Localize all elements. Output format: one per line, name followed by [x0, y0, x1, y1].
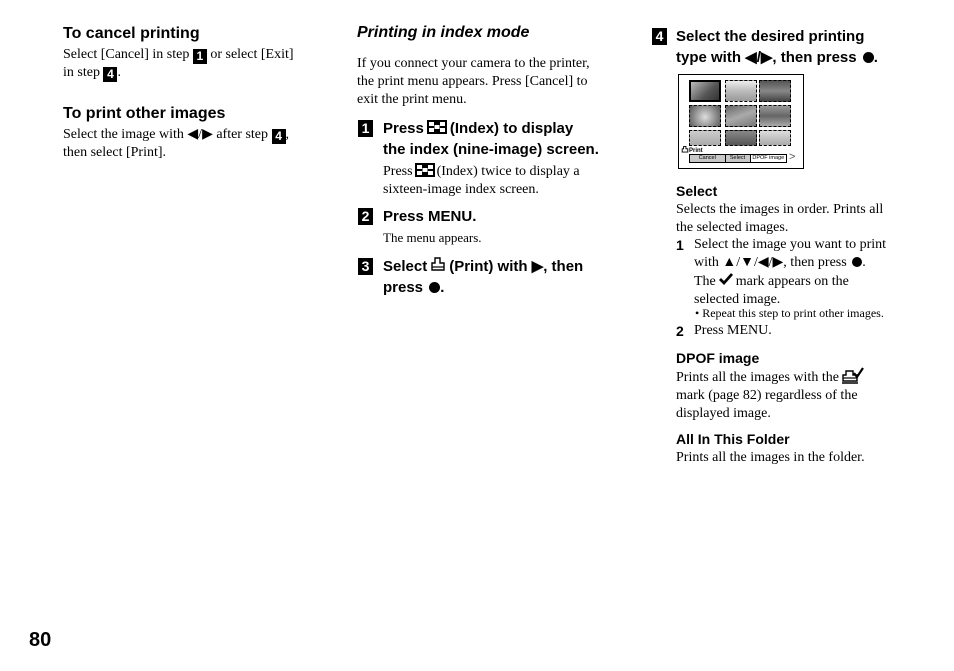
all-in-folder-description: Prints all the images in the folder. — [676, 450, 865, 465]
index-thumbnail — [689, 105, 721, 127]
center-button-icon — [862, 52, 874, 63]
text: (Print) with ▶, then — [449, 258, 584, 275]
dpof-image-description: Prints all the images with the mark (pag… — [676, 367, 916, 423]
text: type with ◀/▶, then press — [676, 49, 857, 66]
cancel-printing-text: Select [Cancel] in step 1 or select [Exi… — [63, 46, 323, 82]
step-3-title: Select (Print) with ▶, then press . — [383, 257, 584, 296]
text: with ▲/▼/◀/▶, then press — [694, 255, 847, 270]
lcd-select-option: Select — [726, 155, 751, 162]
dpof-image-heading: DPOF image — [676, 350, 760, 366]
text: . — [117, 65, 121, 80]
text: Select [Cancel] in step — [63, 47, 193, 62]
select-item-2: Press MENU. — [694, 323, 772, 338]
index-icon — [426, 120, 447, 134]
step-number-badge: 2 — [358, 208, 373, 225]
index-thumbnail — [725, 105, 757, 127]
step-number-badge: 4 — [271, 129, 286, 144]
step-number-badge: 1 — [192, 49, 207, 64]
lcd-dpof-option: DPOF image — [750, 155, 786, 162]
page-number: 80 — [29, 629, 52, 651]
step-number-badge: 4 — [652, 28, 667, 45]
index-thumbnail — [689, 80, 721, 102]
step-number-badge: 1 — [358, 120, 373, 137]
text: (Index) twice to display a — [436, 164, 580, 179]
text: Press — [383, 120, 424, 137]
text: mark (page 82) regardless of the — [676, 388, 858, 403]
step-4-title: Select the desired printing type with ◀/… — [676, 28, 878, 66]
step-1-title: Press (Index) to display the index (nine-… — [383, 118, 623, 160]
select-option-description: Selects the images in order. Prints all … — [676, 201, 916, 237]
center-button-icon — [429, 282, 441, 293]
text: Select — [383, 258, 428, 275]
text: Repeat this step to print other images. — [702, 306, 884, 320]
step-1-note: Press (Index) twice to display a sixteen-… — [383, 163, 623, 199]
intro-line: If you connect your camera to the printe… — [357, 56, 590, 71]
print-icon — [431, 257, 445, 271]
print-icon — [681, 146, 689, 153]
cancel-printing-heading: To cancel printing — [63, 25, 200, 42]
text: Select the image with ◀/▶ after step — [63, 127, 272, 142]
text: Prints all the images with the — [676, 370, 839, 385]
text: displayed image. — [676, 406, 771, 421]
center-button-icon — [852, 257, 863, 267]
text: sixteen-image index screen. — [383, 182, 539, 197]
dpof-print-mark-icon — [841, 367, 864, 384]
index-thumbnail — [725, 80, 757, 102]
text: Press — [383, 164, 413, 179]
step-number-badge: 4 — [103, 67, 118, 82]
bullet-note: • Repeat this step to print other images… — [695, 306, 925, 321]
text: Selects the images in order. Prints all — [676, 202, 884, 217]
all-in-folder-heading: All In This Folder — [676, 431, 790, 447]
text: (Index) to display — [449, 120, 574, 137]
select-option-heading: Select — [676, 183, 718, 199]
intro-line: the print menu appears. Press [Cancel] t… — [357, 74, 588, 89]
index-thumbnail — [725, 130, 757, 146]
index-thumbnail — [759, 80, 791, 102]
text: mark appears on the — [735, 274, 849, 289]
step-2-title: Press MENU. — [383, 208, 477, 225]
lcd-cancel-option: Cancel — [690, 155, 726, 162]
text: or select [Exit] — [206, 47, 294, 62]
text: , — [285, 127, 290, 142]
text: then select [Print]. — [63, 145, 167, 160]
text: in step — [63, 65, 104, 80]
list-number: 2 — [676, 323, 684, 339]
step-2-note: The menu appears. — [383, 230, 482, 245]
lcd-next-arrow-icon: > — [789, 151, 796, 163]
intro-line: exit the print menu. — [357, 92, 467, 107]
index-thumbnail — [759, 105, 791, 127]
list-number: 1 — [676, 237, 684, 253]
text: the selected images. — [676, 220, 789, 235]
print-other-images-heading: To print other images — [63, 105, 226, 122]
index-mode-intro: If you connect your camera to the printe… — [357, 55, 617, 109]
text: Select the image you want to print — [694, 237, 887, 252]
index-icon — [414, 163, 435, 177]
index-thumbnail — [759, 130, 791, 146]
step-number-badge: 3 — [358, 258, 373, 275]
print-other-images-text: Select the image with ◀/▶ after step 4, … — [63, 126, 323, 162]
index-mode-heading: Printing in index mode — [357, 24, 530, 41]
text: Select the desired printing — [676, 28, 865, 45]
lcd-menu-bar: Cancel Select DPOF image — [689, 154, 787, 163]
text: the index (nine-image) screen. — [383, 141, 599, 158]
print-menu-screen-illustration: Print Cancel Select DPOF image > — [678, 74, 804, 169]
text: The — [694, 274, 716, 289]
text: press — [383, 279, 424, 296]
index-thumbnail — [689, 130, 721, 146]
checkmark-icon — [718, 273, 733, 286]
select-item-1: Select the image you want to print with … — [694, 236, 924, 309]
